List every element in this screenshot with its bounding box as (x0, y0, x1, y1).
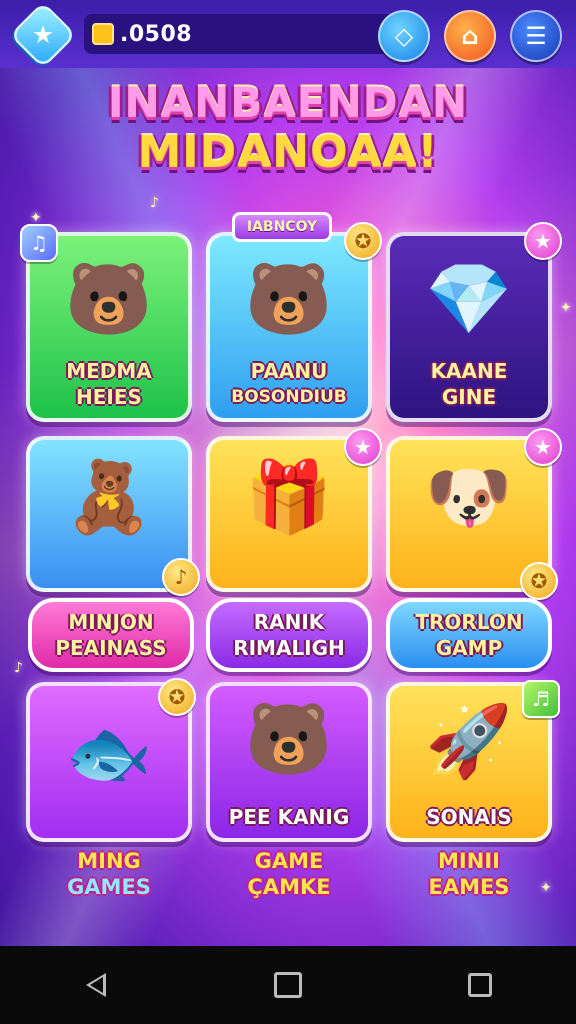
pill-label-line-2: GAMP (435, 636, 503, 660)
recents-button[interactable] (450, 955, 510, 1015)
star-icon: ★ (31, 20, 55, 50)
pill-label-line-1: RANIK (253, 610, 325, 634)
pill-label-line-2: RIMALIGH (233, 636, 345, 660)
home-button[interactable] (258, 955, 318, 1015)
star-badge-icon: ★ (344, 428, 382, 466)
tile-label-line-1: MEDMA (66, 359, 152, 383)
candy-gift-icon: 🎁 (245, 456, 333, 538)
back-icon (86, 973, 106, 997)
sparkle-icon: ♪ (150, 195, 159, 211)
profile-star-button[interactable]: ★ (9, 1, 77, 69)
bottom-label-2: GAME ÇAMKE (206, 848, 372, 900)
game-tile-2[interactable]: 🐻 PAANU BOSONDIUB ✪ (206, 222, 382, 422)
tile-label-line-1: PAANU (250, 359, 328, 383)
tile-label-line-2: BOSONDIUB (231, 387, 347, 407)
home-icon (274, 972, 302, 998)
bottom-label-line-1: MINII (438, 849, 500, 873)
gold-coin-icon: ✪ (520, 562, 558, 600)
hamburger-menu-icon: ☰ (525, 22, 547, 50)
tile-label-line-2: GINE (441, 385, 497, 409)
top-bar: ★ .0508 ◇ ⌂ ☰ (0, 0, 576, 69)
game-tile-9[interactable]: 🚀 SONAIS ♬ (386, 680, 560, 842)
category-pill-1[interactable]: MINJON PEAINASS (28, 598, 194, 672)
bottom-label-line-2: EAMES (428, 875, 510, 899)
puppy-icon: 🐶 (425, 456, 513, 538)
tile-label-line-2: HEIES (76, 385, 142, 409)
sparkle-icon: ✦ (560, 300, 572, 316)
pill-label-line-1: TRORLON (415, 610, 523, 634)
category-pill-3[interactable]: TRORLON GAMP (386, 598, 552, 672)
game-tile-label: PAANU BOSONDIUB (210, 358, 368, 410)
bear-icon: 🐻 (245, 258, 333, 340)
game-tile-label: KAANE GINE (390, 358, 548, 410)
system-nav-bar (0, 946, 576, 1024)
game-tile-6[interactable]: 🐶 ★ ✪ (386, 428, 562, 600)
game-tile-7[interactable]: 🐟 ✪ (26, 678, 196, 842)
star-badge-icon: ★ (524, 222, 562, 260)
coin-icon (92, 23, 114, 45)
tile-label-line-1: SONAIS (426, 805, 512, 829)
bottom-label-line-1: MING (77, 849, 141, 873)
crystal-icon: 💎 (425, 258, 513, 340)
title-line-1: INANBAENDAN (107, 78, 469, 127)
game-tile-label: SONAIS (390, 804, 548, 830)
game-tile-label: PEE KANIG (210, 804, 368, 830)
music-note-icon: ♬ (522, 680, 560, 718)
rainbow-fish-icon: 🐟 (65, 712, 153, 794)
music-note-icon: ♫ (20, 224, 58, 262)
tile-ribbon-badge: IABNCOY (232, 212, 332, 242)
shop-icon: ⌂ (461, 22, 479, 50)
music-note-icon: ♪ (162, 558, 200, 596)
gold-coin-icon: ✪ (158, 678, 196, 716)
back-button[interactable] (66, 955, 126, 1015)
gold-coin-icon: ✪ (344, 222, 382, 260)
page-title: INANBAENDAN MIDANOAA! (0, 78, 576, 178)
game-tile-4[interactable]: 🧸 ♪ (26, 436, 200, 596)
game-tile-5[interactable]: 🎁 ★ (206, 428, 382, 592)
title-line-2: MIDANOAA! (137, 127, 439, 178)
pill-label-line-2: PEAINASS (55, 636, 167, 660)
menu-button[interactable]: ☰ (510, 10, 562, 62)
diamond-icon: ◇ (394, 22, 414, 50)
game-tile-label: MEDMA HEIES (30, 358, 188, 410)
purple-bear-icon: 🧸 (65, 456, 153, 538)
coin-counter: .0508 (84, 14, 414, 54)
diamond-button[interactable]: ◇ (378, 10, 430, 62)
bottom-label-line-2: GAMES (67, 875, 151, 899)
game-tile-8[interactable]: 🐻 PEE KANIG (206, 682, 372, 842)
bottom-label-line-1: GAME (254, 849, 324, 873)
bottom-label-line-2: ÇAMKE (247, 875, 331, 899)
game-tile-1[interactable]: 🐻 MEDMA HEIES ♫ (20, 224, 192, 422)
tile-label-line-1: KAANE (430, 359, 508, 383)
bear-icon: 🐻 (65, 258, 153, 340)
shop-button[interactable]: ⌂ (444, 10, 496, 62)
star-badge-icon: ★ (524, 428, 562, 466)
recents-icon (468, 973, 492, 997)
pill-label-line-1: MINJON (68, 610, 154, 634)
category-pill-2[interactable]: RANIK RIMALIGH (206, 598, 372, 672)
bottom-label-1: MING GAMES (26, 848, 192, 900)
coin-value: .0508 (120, 21, 193, 47)
game-tile-3[interactable]: 💎 KAANE GINE ★ (386, 222, 562, 422)
sparkle-icon: ♪ (14, 660, 23, 676)
bear-icon: 🐻 (245, 698, 333, 780)
tile-label-line-1: PEE KANIG (228, 805, 350, 829)
bottom-label-3: MINII EAMES (386, 848, 552, 900)
